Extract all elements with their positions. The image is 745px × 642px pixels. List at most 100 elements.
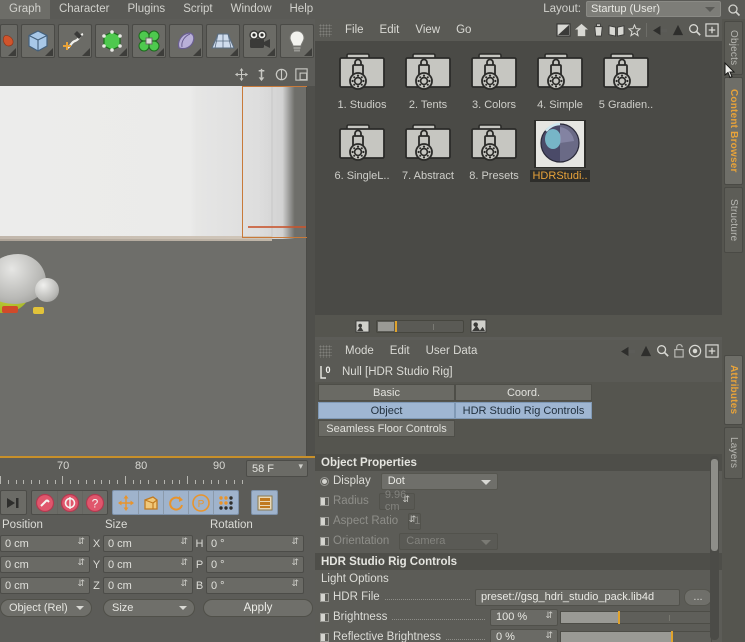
display-radio-icon[interactable] bbox=[320, 476, 329, 486]
tab-hdr-studio-rig-controls[interactable]: HDR Studio Rig Controls bbox=[455, 402, 592, 419]
target-icon[interactable] bbox=[688, 344, 702, 358]
stepper-icon[interactable]: ⇵ bbox=[545, 630, 553, 639]
radius-field[interactable]: 9.96 cm ⇵ bbox=[378, 489, 415, 513]
attributes-object-row[interactable]: 0 Null [HDR Studio Rig] bbox=[315, 362, 722, 382]
slider-marker[interactable] bbox=[670, 630, 673, 642]
brightness-field[interactable]: 100 % ⇵ bbox=[490, 608, 558, 626]
tab-basic[interactable]: Basic bbox=[318, 384, 455, 401]
position-x-field[interactable]: 0 cm ⇵ bbox=[0, 535, 90, 552]
goto-end-icon[interactable] bbox=[1, 491, 26, 514]
stepper-icon[interactable]: ⇵ bbox=[291, 558, 299, 567]
back-arrow-icon[interactable] bbox=[620, 345, 636, 358]
size-z-field[interactable]: 0 cm ⇵ bbox=[103, 577, 193, 594]
radius-checkbox[interactable] bbox=[320, 496, 329, 506]
record-key-icon[interactable] bbox=[32, 491, 57, 514]
content-browser-body[interactable]: 1. Studios 2. Tents 3. Colors 4. Simple … bbox=[315, 41, 722, 315]
position-z-field[interactable]: 0 cm ⇵ bbox=[0, 577, 90, 594]
menu-item-graph[interactable]: Graph bbox=[0, 0, 50, 19]
attributes-properties-list[interactable]: Object Properties Display Dot Radius 9.9… bbox=[315, 454, 722, 642]
home-icon[interactable] bbox=[574, 23, 589, 37]
lock-icon[interactable] bbox=[673, 344, 685, 358]
stepper-icon[interactable]: ⇵ bbox=[77, 558, 85, 567]
right-tab-content-browser[interactable]: Content Browser bbox=[724, 77, 743, 185]
stepper-icon[interactable]: ⇵ bbox=[77, 537, 85, 546]
orientation-select[interactable]: Camera bbox=[399, 532, 498, 550]
right-tab-layers[interactable]: Layers bbox=[724, 427, 743, 479]
right-tab-structure[interactable]: Structure bbox=[724, 187, 743, 253]
parametric-icon[interactable]: P bbox=[188, 491, 213, 514]
stepper-icon[interactable]: ⇵ bbox=[180, 537, 188, 546]
slider-thumb[interactable] bbox=[378, 321, 394, 331]
viewport-scrollbar[interactable] bbox=[307, 86, 315, 456]
small-thumbnail-icon[interactable] bbox=[355, 319, 370, 333]
panel-grip-icon[interactable] bbox=[319, 23, 332, 37]
right-tab-attributes[interactable]: Attributes bbox=[724, 355, 743, 425]
keyframe-select-icon[interactable]: ? bbox=[82, 491, 107, 514]
brightness-checkbox[interactable] bbox=[320, 612, 329, 622]
stepper-icon[interactable]: ⇵ bbox=[409, 514, 417, 523]
render-view-icon[interactable] bbox=[252, 491, 277, 514]
attr-menu-edit[interactable]: Edit bbox=[382, 340, 418, 362]
orientation-checkbox[interactable] bbox=[320, 536, 329, 546]
move-tool-icon[interactable] bbox=[113, 491, 138, 514]
scale-tool-icon[interactable] bbox=[138, 491, 163, 514]
large-thumbnail-icon[interactable] bbox=[470, 319, 487, 333]
rotate-icon[interactable] bbox=[274, 67, 289, 82]
tab-seamless-floor-controls[interactable]: Seamless Floor Controls bbox=[318, 420, 455, 437]
menu-item-window[interactable]: Window bbox=[222, 0, 281, 19]
cb-menu-view[interactable]: View bbox=[407, 19, 448, 41]
maximize-icon[interactable] bbox=[294, 67, 309, 82]
stepper-icon[interactable]: ⇵ bbox=[291, 537, 299, 546]
preview-icon[interactable] bbox=[556, 23, 571, 37]
timeline-ruler[interactable]: 70 80 90 bbox=[0, 460, 245, 484]
stepper-icon[interactable]: ▾ bbox=[298, 462, 303, 471]
stepper-icon[interactable]: ⇵ bbox=[402, 494, 410, 503]
scrollbar-thumb[interactable] bbox=[711, 459, 718, 551]
stepper-icon[interactable]: ⇵ bbox=[291, 579, 299, 588]
menu-item-character[interactable]: Character bbox=[50, 0, 119, 19]
menu-item-script[interactable]: Script bbox=[174, 0, 221, 19]
toolbar-button-mograph[interactable] bbox=[132, 24, 166, 58]
stepper-icon[interactable]: ⇵ bbox=[180, 579, 188, 588]
content-browser-item[interactable]: 5 Gradien.. bbox=[593, 49, 659, 111]
up-arrow-icon[interactable] bbox=[671, 24, 685, 37]
coord-mode-select[interactable]: Object (Rel) bbox=[0, 598, 92, 617]
content-browser-item[interactable]: 7. Abstract bbox=[395, 120, 461, 182]
autokey-icon[interactable] bbox=[57, 491, 82, 514]
new-tab-icon[interactable] bbox=[705, 344, 719, 358]
stepper-icon[interactable]: ⇵ bbox=[77, 579, 85, 588]
toolbar-button-cube[interactable] bbox=[21, 24, 55, 58]
stepper-icon[interactable]: ⇵ bbox=[545, 610, 553, 619]
toolbar-button-floor-grid[interactable] bbox=[206, 24, 240, 58]
display-select[interactable]: Dot bbox=[380, 472, 498, 490]
new-tab-icon[interactable] bbox=[705, 23, 719, 37]
aspect-ratio-field[interactable]: 1 ⇵ bbox=[408, 512, 422, 530]
favorites-icon[interactable] bbox=[628, 23, 641, 37]
slider-marker[interactable] bbox=[618, 610, 620, 624]
search-icon[interactable] bbox=[727, 3, 741, 17]
thumbnail-size-slider[interactable] bbox=[376, 319, 464, 333]
apply-button[interactable]: Apply bbox=[203, 598, 313, 617]
content-browser-item[interactable]: 2. Tents bbox=[395, 49, 461, 111]
search-icon[interactable] bbox=[656, 344, 670, 358]
rotation-h-field[interactable]: 0 ° ⇵ bbox=[206, 535, 304, 552]
toolbar-button-green-cube[interactable] bbox=[95, 24, 129, 58]
content-browser-item[interactable]: 3. Colors bbox=[461, 49, 527, 111]
trash-icon[interactable] bbox=[592, 23, 605, 37]
size-y-field[interactable]: 0 cm ⇵ bbox=[103, 556, 193, 573]
tab-object[interactable]: Object bbox=[318, 402, 455, 419]
points-icon[interactable] bbox=[213, 491, 238, 514]
search-icon[interactable] bbox=[688, 23, 702, 37]
toolbar-button-undo-partial[interactable] bbox=[0, 24, 18, 58]
reflective-brightness-checkbox[interactable] bbox=[320, 632, 329, 642]
viewport-3d[interactable] bbox=[0, 86, 307, 456]
cb-menu-go[interactable]: Go bbox=[448, 19, 479, 41]
coord-size-select[interactable]: Size bbox=[103, 598, 195, 617]
reflective-brightness-slider[interactable] bbox=[560, 630, 712, 642]
rotate-tool-icon[interactable] bbox=[163, 491, 188, 514]
reflective-brightness-field[interactable]: 0 % ⇵ bbox=[490, 628, 558, 642]
current-frame-field[interactable]: 58 F ▾ bbox=[246, 460, 308, 477]
aspect-ratio-checkbox[interactable] bbox=[320, 516, 329, 526]
hdr-file-checkbox[interactable] bbox=[320, 592, 329, 602]
brightness-slider[interactable] bbox=[560, 610, 712, 624]
